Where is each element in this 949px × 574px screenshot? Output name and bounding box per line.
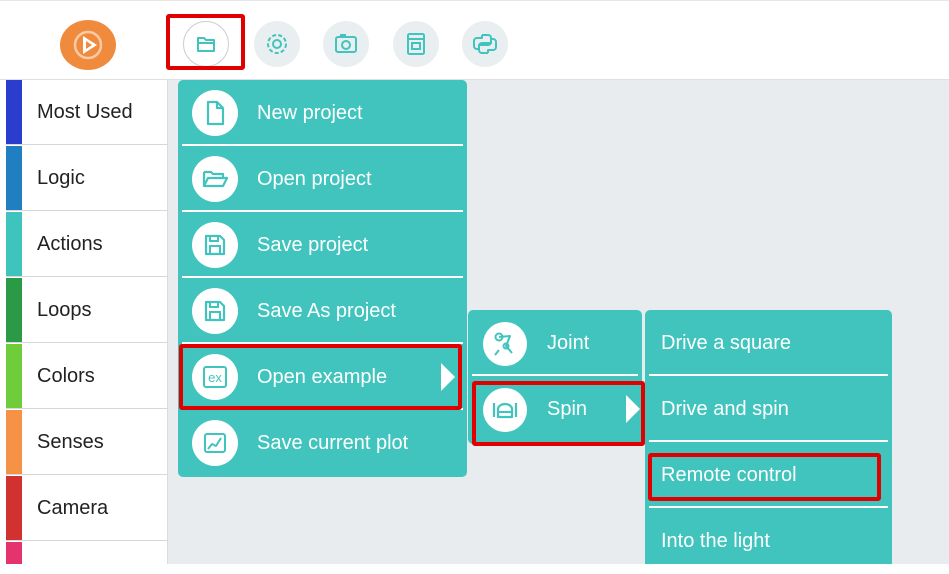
category-label: Camera — [37, 497, 109, 519]
category-color-bar — [6, 278, 22, 342]
joint-icon — [483, 322, 527, 366]
menu-item-joint[interactable]: Joint — [468, 310, 642, 376]
menu-item-label: Open project — [257, 168, 372, 190]
category-logic[interactable]: Logic — [6, 146, 168, 211]
category-label: Logic — [37, 167, 85, 189]
category-most-used[interactable]: Most Used — [6, 80, 168, 145]
menu-item-spin[interactable]: Spin — [468, 376, 642, 442]
file-menu: New project Open project Save project Sa… — [178, 80, 467, 477]
menu-item-label: Save current plot — [257, 432, 409, 454]
example-icon: ex — [192, 354, 238, 400]
menu-item-new-project[interactable]: New project — [178, 80, 467, 146]
category-color-bar — [6, 344, 22, 408]
menu-item-label: Into the light — [661, 530, 770, 552]
menu-item-into-the-light[interactable]: Into the light — [645, 508, 892, 574]
spin-icon — [483, 388, 527, 432]
category-sidebar: Most Used Logic Actions Loops Colors Sen… — [0, 80, 168, 564]
category-next[interactable] — [6, 542, 168, 564]
category-label: Colors — [37, 365, 95, 387]
play-logo-icon[interactable] — [60, 20, 116, 70]
folder-icon[interactable] — [183, 21, 229, 67]
category-label: Actions — [37, 233, 103, 255]
toolbar — [0, 0, 949, 80]
category-color-bar — [6, 146, 22, 210]
category-label: Senses — [37, 431, 104, 453]
new-file-icon — [192, 90, 238, 136]
example-icon-text: ex — [208, 370, 222, 385]
menu-item-open-project[interactable]: Open project — [178, 146, 467, 212]
menu-item-remote-control[interactable]: Remote control — [645, 442, 892, 508]
save-icon — [192, 222, 238, 268]
gear-icon[interactable] — [254, 21, 300, 67]
menu-item-drive-a-square[interactable]: Drive a square — [645, 310, 892, 376]
category-colors[interactable]: Colors — [6, 344, 168, 409]
plot-icon — [192, 420, 238, 466]
menu-item-label: Save project — [257, 234, 369, 256]
menu-item-save-project[interactable]: Save project — [178, 212, 467, 278]
category-color-bar — [6, 476, 22, 540]
category-color-bar — [6, 212, 22, 276]
save-as-icon — [192, 288, 238, 334]
menu-item-label: Save As project — [257, 300, 396, 322]
example-submenu: Joint Spin — [468, 310, 642, 444]
menu-item-open-example[interactable]: ex Open example — [178, 344, 467, 410]
menu-item-label: Spin — [547, 398, 588, 420]
camera-icon[interactable] — [323, 21, 369, 67]
category-loops[interactable]: Loops — [6, 278, 168, 343]
menu-item-drive-and-spin[interactable]: Drive and spin — [645, 376, 892, 442]
open-folder-icon — [192, 156, 238, 202]
menu-item-label: Drive a square — [661, 332, 792, 354]
menu-item-save-current-plot[interactable]: Save current plot — [178, 410, 467, 476]
submenu-arrow-icon — [626, 395, 640, 423]
archive-icon[interactable] — [393, 21, 439, 67]
category-actions[interactable]: Actions — [6, 212, 168, 277]
menu-item-label: Joint — [547, 332, 590, 354]
category-camera[interactable]: Camera — [6, 476, 168, 541]
python-icon[interactable] — [462, 21, 508, 67]
category-label: Loops — [37, 299, 92, 321]
menu-item-label: Drive and spin — [661, 398, 789, 420]
category-color-bar — [6, 542, 22, 564]
category-color-bar — [6, 80, 22, 144]
menu-item-label: Remote control — [661, 464, 797, 486]
category-senses[interactable]: Senses — [6, 410, 168, 475]
menu-item-label: Open example — [257, 366, 388, 388]
menu-item-label: New project — [257, 102, 363, 124]
menu-item-save-as-project[interactable]: Save As project — [178, 278, 467, 344]
category-label: Most Used — [37, 101, 133, 123]
spin-submenu: Drive a square Drive and spin Remote con… — [645, 310, 892, 564]
submenu-arrow-icon — [441, 363, 455, 391]
category-color-bar — [6, 410, 22, 474]
